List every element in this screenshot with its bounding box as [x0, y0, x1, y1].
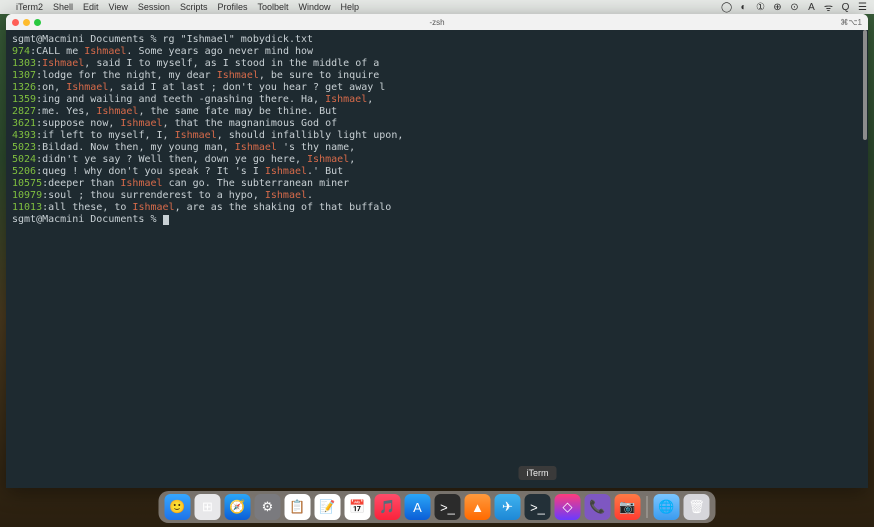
zoom-button[interactable]	[34, 19, 41, 26]
dock-shortcuts-icon[interactable]: ◇	[555, 494, 581, 520]
dock-separator	[647, 496, 648, 518]
dock-folder-icon[interactable]: 🌐	[654, 494, 680, 520]
status-icon[interactable]: ⊙	[789, 2, 800, 13]
menu-scripts[interactable]: Scripts	[180, 2, 208, 12]
menu-profiles[interactable]: Profiles	[217, 2, 247, 12]
dock-finder-icon[interactable]: 🙂	[165, 494, 191, 520]
scrollbar-thumb[interactable]	[863, 30, 867, 140]
window-right-label: ⌘⌥1	[840, 18, 862, 27]
dock-photobooth-icon[interactable]: 📷	[615, 494, 641, 520]
dock-terminal-icon[interactable]: >_	[435, 494, 461, 520]
dock-appstore-icon[interactable]: A	[405, 494, 431, 520]
window-titlebar[interactable]: -zsh ⌘⌥1	[6, 14, 868, 30]
dock-viber-icon[interactable]: 📞	[585, 494, 611, 520]
menu-session[interactable]: Session	[138, 2, 170, 12]
menu-app-name[interactable]: iTerm2	[16, 2, 43, 12]
dock-reminders-icon[interactable]: 📋	[285, 494, 311, 520]
status-icon[interactable]: ◯	[721, 2, 732, 13]
macos-menubar: iTerm2 Shell Edit View Session Scripts P…	[0, 0, 874, 14]
terminal-content[interactable]: sgmt@Macmini Documents % rg "Ishmael" mo…	[6, 30, 868, 488]
dock-tooltip: iTerm	[519, 466, 557, 480]
window-title: -zsh	[6, 18, 868, 27]
terminal-window: -zsh ⌘⌥1 sgmt@Macmini Documents % rg "Is…	[6, 14, 868, 488]
wifi-icon[interactable]: ᯤ	[823, 0, 834, 14]
menu-window[interactable]: Window	[299, 2, 331, 12]
menu-help[interactable]: Help	[341, 2, 360, 12]
status-icon[interactable]: ⊕	[772, 2, 783, 13]
cursor	[163, 215, 169, 225]
menu-edit[interactable]: Edit	[83, 2, 99, 12]
scrollbar[interactable]	[862, 30, 868, 488]
minimize-button[interactable]	[23, 19, 30, 26]
dock-calendar-icon[interactable]: 📅	[345, 494, 371, 520]
dock-settings-icon[interactable]: ⚙	[255, 494, 281, 520]
dock-safari-icon[interactable]: 🧭	[225, 494, 251, 520]
status-icon[interactable]: A	[806, 2, 817, 13]
menu-toolbelt[interactable]: Toolbelt	[257, 2, 288, 12]
dock-iterm-icon[interactable]: >_iTerm	[525, 494, 551, 520]
control-center-icon[interactable]: ☰	[857, 2, 868, 13]
dock-vlc-icon[interactable]: ▲	[465, 494, 491, 520]
spotlight-icon[interactable]: Q	[840, 2, 851, 13]
menu-view[interactable]: View	[109, 2, 128, 12]
dock: 🙂⊞🧭⚙📋📝📅🎵A>_▲✈>_iTerm◇📞📷 🌐🗑	[159, 491, 716, 523]
dock-music-icon[interactable]: 🎵	[375, 494, 401, 520]
status-icon[interactable]: ◐	[738, 2, 749, 13]
status-icon[interactable]: ①	[755, 2, 766, 13]
menu-shell[interactable]: Shell	[53, 2, 73, 12]
dock-notes-icon[interactable]: 📝	[315, 494, 341, 520]
close-button[interactable]	[12, 19, 19, 26]
dock-trash-icon[interactable]: 🗑	[684, 494, 710, 520]
dock-telegram-icon[interactable]: ✈	[495, 494, 521, 520]
dock-launchpad-icon[interactable]: ⊞	[195, 494, 221, 520]
